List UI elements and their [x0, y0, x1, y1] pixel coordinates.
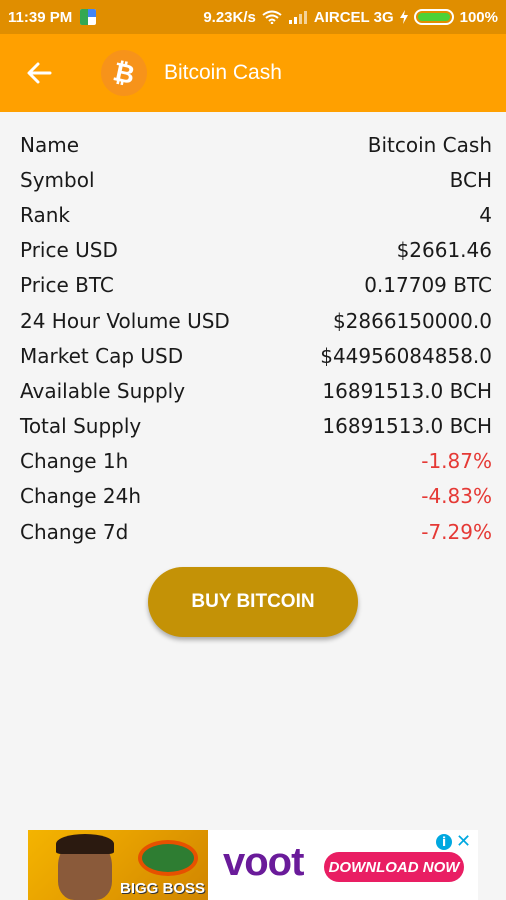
- detail-value: 16891513.0 BCH: [322, 378, 492, 403]
- buy-bitcoin-button[interactable]: BUY BITCOIN: [148, 567, 358, 637]
- detail-value: BCH: [449, 167, 492, 192]
- detail-value: 0.17709 BTC: [364, 273, 492, 298]
- detail-label: Price BTC: [20, 273, 114, 298]
- status-bar: 11:39 PM 9.23K/s AIRCEL 3G 100%: [0, 0, 506, 34]
- charging-bolt-icon: [399, 10, 408, 24]
- ad-close-icon[interactable]: ✕: [456, 831, 474, 852]
- ad-download-button[interactable]: DOWNLOAD NOW: [324, 852, 464, 882]
- detail-row: Total Supply 16891513.0 BCH: [20, 409, 492, 444]
- detail-value: 16891513.0 BCH: [322, 414, 492, 439]
- detail-row: Change 24h -4.83%: [20, 479, 492, 514]
- detail-label: Symbol: [20, 167, 95, 192]
- battery-icon: [413, 9, 454, 25]
- ad-image[interactable]: BIGG BOSS: [28, 830, 208, 900]
- detail-value: -4.83%: [421, 484, 492, 509]
- detail-value: $2866150000.0: [332, 308, 492, 333]
- battery-percent: 100%: [459, 8, 498, 26]
- bitcoin-logo-icon: ₿: [96, 45, 152, 101]
- network-speed: 9.23K/s: [203, 8, 256, 26]
- wifi-icon: [262, 10, 282, 24]
- ad-person-hair: [56, 834, 114, 854]
- ad-show-name: BIGG BOSS: [120, 880, 206, 897]
- detail-label: 24 Hour Volume USD: [20, 308, 230, 333]
- detail-label: Price USD: [20, 238, 118, 263]
- detail-label: Market Cap USD: [20, 343, 184, 368]
- ad-banner[interactable]: BIGG BOSS voot DOWNLOAD NOW i ✕: [28, 830, 478, 900]
- detail-value: -7.29%: [421, 519, 492, 544]
- detail-value: $2661.46: [396, 238, 492, 263]
- ad-brand-logo: voot: [223, 840, 304, 884]
- detail-row: Price USD $2661.46: [20, 233, 492, 268]
- coin-details-list: Name Bitcoin Cash Symbol BCH Rank 4 Price USD $…: [20, 127, 492, 549]
- detail-value: -1.87%: [421, 449, 492, 474]
- carrier-name: AIRCEL 3G: [313, 8, 394, 26]
- page-title: Bitcoin Cash: [164, 61, 282, 84]
- detail-row: Price BTC 0.17709 BTC: [20, 268, 492, 303]
- detail-label: Change 24h: [20, 484, 142, 509]
- status-time: 11:39 PM: [8, 8, 73, 26]
- detail-value: 4: [479, 202, 492, 227]
- detail-row: Market Cap USD $44956084858.0: [20, 338, 492, 373]
- maps-notification-icon: [80, 9, 97, 25]
- detail-row: Available Supply 16891513.0 BCH: [20, 373, 492, 408]
- battery-level: [417, 13, 450, 21]
- detail-row: Symbol BCH: [20, 162, 492, 197]
- app-bar: ₿ Bitcoin Cash: [0, 34, 506, 112]
- bigg-boss-eye-logo: [138, 840, 198, 876]
- detail-row: Change 1h -1.87%: [20, 444, 492, 479]
- detail-value: Bitcoin Cash: [367, 132, 492, 157]
- back-arrow-icon[interactable]: [24, 58, 54, 88]
- coin-symbol-glyph: ₿: [110, 55, 138, 90]
- detail-row: Name Bitcoin Cash: [20, 127, 492, 162]
- detail-row: Change 7d -7.29%: [20, 514, 492, 549]
- detail-label: Rank: [20, 202, 70, 227]
- detail-row: 24 Hour Volume USD $2866150000.0: [20, 303, 492, 338]
- detail-row: Rank 4: [20, 197, 492, 232]
- ad-info-icon[interactable]: i: [436, 834, 452, 850]
- detail-value: $44956084858.0: [320, 343, 492, 368]
- detail-label: Name: [20, 132, 80, 157]
- detail-label: Available Supply: [20, 378, 186, 403]
- detail-label: Change 7d: [20, 519, 129, 544]
- detail-label: Total Supply: [20, 414, 142, 439]
- detail-label: Change 1h: [20, 449, 129, 474]
- signal-icon: [288, 11, 307, 24]
